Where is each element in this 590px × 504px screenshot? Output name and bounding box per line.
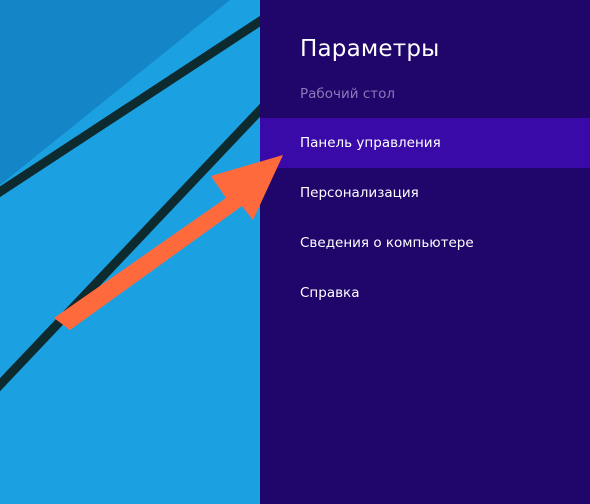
menu-item-personalization[interactable]: Персонализация [260, 168, 590, 218]
menu-item-help[interactable]: Справка [260, 268, 590, 318]
desktop-background [0, 0, 260, 504]
desktop-wallpaper [0, 0, 260, 504]
screen: Параметры Рабочий стол Панель управления… [0, 0, 590, 504]
settings-charm-panel: Параметры Рабочий стол Панель управления… [260, 0, 590, 504]
settings-menu: Панель управления Персонализация Сведени… [260, 118, 590, 318]
panel-title: Параметры [300, 36, 440, 62]
panel-context-label: Рабочий стол [300, 86, 395, 102]
menu-item-control-panel[interactable]: Панель управления [260, 118, 590, 168]
menu-item-pc-info[interactable]: Сведения о компьютере [260, 218, 590, 268]
